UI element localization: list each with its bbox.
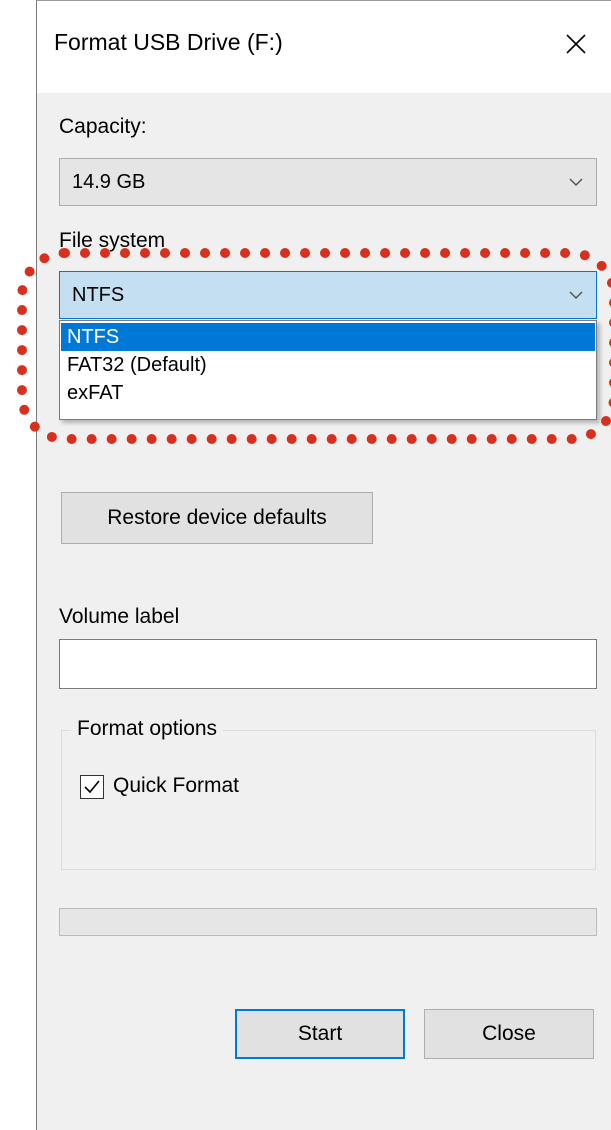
title-bar: Format USB Drive (F:) [37, 1, 611, 93]
chevron-down-icon [569, 178, 583, 187]
file-system-select[interactable]: NTFS [59, 271, 597, 319]
file-system-label: File system [59, 229, 166, 252]
chevron-down-icon [569, 291, 583, 300]
progress-bar [59, 908, 597, 936]
restore-defaults-button[interactable]: Restore device defaults [61, 492, 373, 544]
volume-label-label: Volume label [59, 605, 180, 628]
checkmark-icon [84, 780, 100, 794]
option-fat32[interactable]: FAT32 (Default) [61, 351, 595, 379]
quick-format-label[interactable]: Quick Format [113, 774, 239, 798]
quick-format-checkbox[interactable] [80, 775, 104, 799]
capacity-label: Capacity: [59, 115, 147, 138]
dialog-title: Format USB Drive (F:) [54, 29, 283, 55]
format-options-group [61, 730, 596, 870]
format-dialog: Format USB Drive (F:) Capacity: 14.9 GB … [17, 0, 611, 1130]
file-system-dropdown: NTFS FAT32 (Default) exFAT [59, 320, 597, 420]
file-system-value: NTFS [72, 284, 125, 306]
option-ntfs[interactable]: NTFS [61, 323, 595, 351]
start-button[interactable]: Start [235, 1009, 405, 1059]
close-icon[interactable] [561, 29, 591, 59]
format-options-title: Format options [71, 717, 224, 741]
close-button[interactable]: Close [424, 1009, 594, 1059]
volume-label-input[interactable] [59, 639, 597, 689]
capacity-select[interactable]: 14.9 GB [59, 158, 597, 206]
capacity-value: 14.9 GB [72, 171, 146, 193]
option-exfat[interactable]: exFAT [61, 379, 595, 407]
